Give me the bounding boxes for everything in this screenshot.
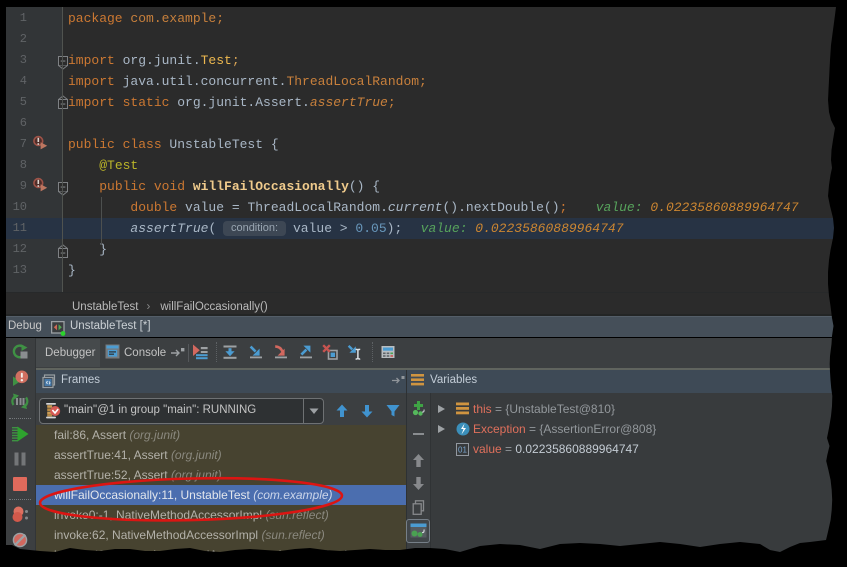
svg-text:01: 01 — [458, 446, 467, 455]
